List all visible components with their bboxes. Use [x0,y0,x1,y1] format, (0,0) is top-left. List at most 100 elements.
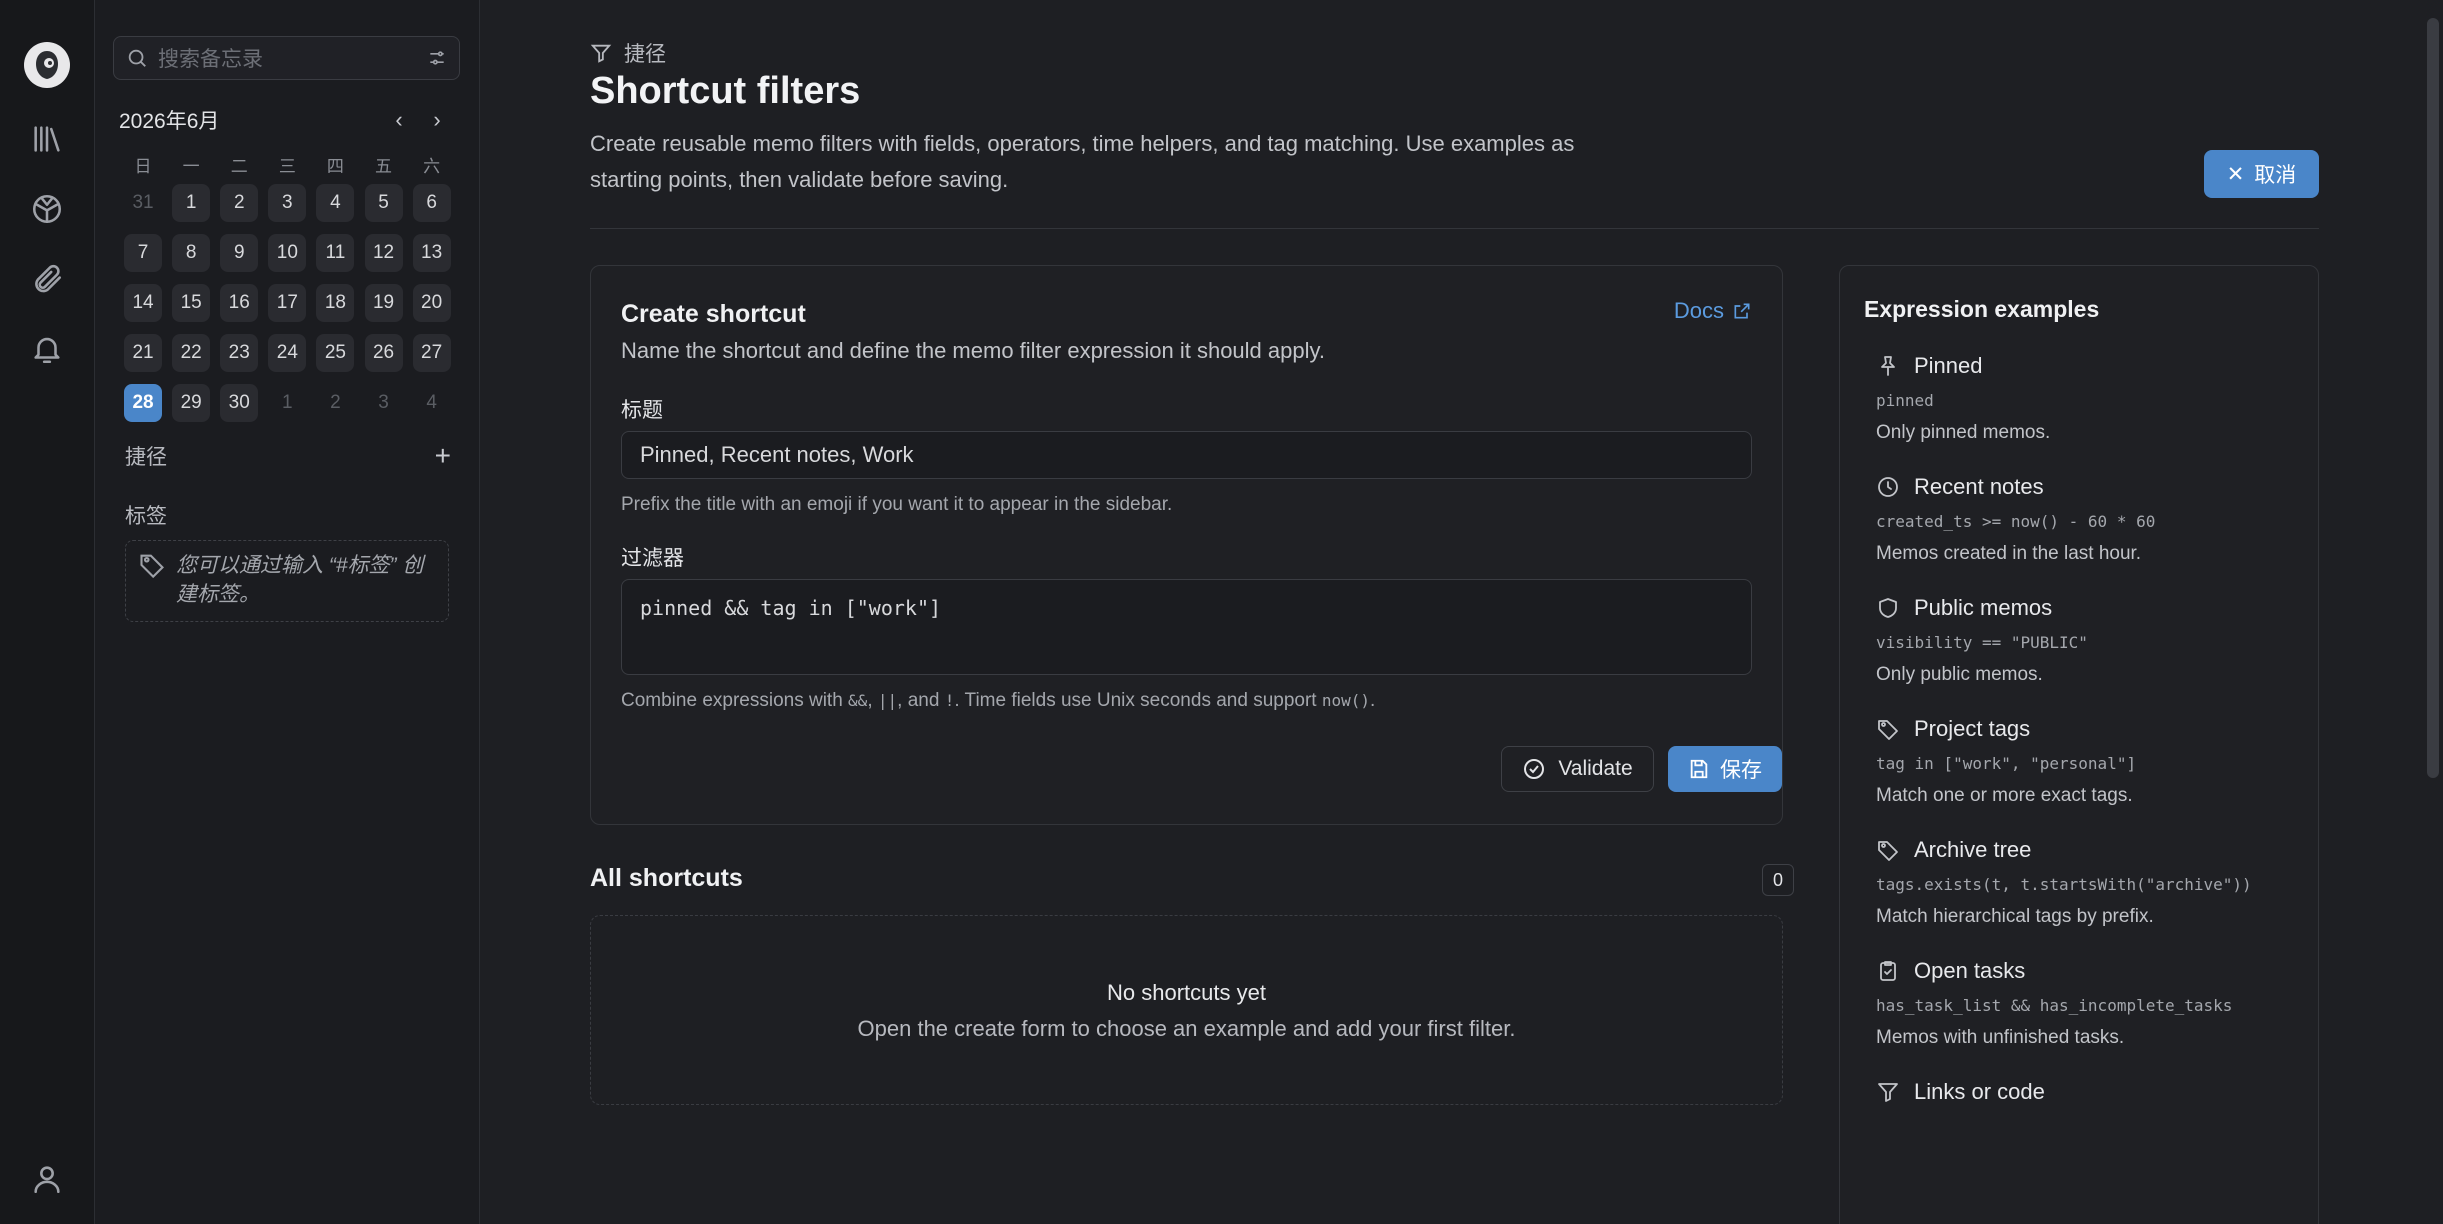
shortcuts-label: 捷径 [125,446,167,469]
tag-icon [140,554,164,579]
explore-icon[interactable] [24,186,70,232]
calendar-day[interactable]: 29 [167,384,215,422]
calendar-day[interactable]: 31 [119,184,167,222]
breadcrumb-label: 捷径 [624,43,666,66]
calendar-day[interactable]: 27 [408,334,456,372]
save-button[interactable]: 保存 [1668,746,1782,792]
calendar-day[interactable]: 4 [408,384,456,422]
calendar-day[interactable]: 30 [215,384,263,422]
add-shortcut-icon[interactable]: + [435,440,451,472]
day-number: 1 [282,392,293,413]
calendar-day[interactable]: 1 [167,184,215,222]
app-logo[interactable] [24,42,70,88]
example-item[interactable]: Project tags tag in ["work", "personal"] M… [1864,716,2294,807]
calendar-grid: 日一二三四五六 31 1 2 3 4 5 6 7 8 9 10 11 12 13 14 15 16 17 18 19 20… [119,150,456,428]
library-icon[interactable] [24,116,70,162]
tag-icon [1878,841,1898,861]
calendar-day[interactable]: 3 [263,184,311,222]
filter-icon [590,44,612,63]
example-item[interactable]: Archive tree tags.exists(t, t.startsWith(… [1864,837,2294,928]
filter-settings-icon[interactable] [427,48,447,68]
day-number: 14 [124,284,163,322]
day-number: 1 [172,184,211,222]
empty-title: No shortcuts yet [1107,980,1266,1005]
calendar-day[interactable]: 13 [408,234,456,272]
external-link-icon [1734,303,1750,319]
day-number: 2 [220,184,259,222]
calendar-day[interactable]: 18 [311,284,359,322]
example-name-row: Recent notes [1864,474,2294,500]
create-shortcut-subtitle: Name the shortcut and define the memo fi… [621,338,1325,363]
day-number: 13 [412,234,451,272]
calendar-day[interactable]: 21 [119,334,167,372]
clipboard-check-icon [1880,961,1896,981]
calendar-day[interactable]: 15 [167,284,215,322]
calendar-day[interactable]: 2 [215,184,263,222]
filter-textarea[interactable]: pinned && tag in ["work"] [621,579,1752,675]
hint-text: . Time fields use Unix seconds and suppo… [954,690,1322,711]
example-item[interactable]: Pinned pinned Only pinned memos. [1864,353,2294,444]
example-item[interactable]: Recent notes created_ts >= now() - 60 * 6… [1864,474,2294,565]
calendar-day[interactable]: 16 [215,284,263,322]
calendar-day[interactable]: 1 [263,384,311,422]
bell-icon[interactable] [24,326,70,372]
example-name: Links or code [1914,1079,2045,1104]
calendar-day[interactable]: 17 [263,284,311,322]
tags-section-header: 标签 [125,500,451,530]
day-number: 23 [220,334,259,372]
example-item[interactable]: Links or code [1864,1079,2294,1105]
filter-hint: Combine expressions with &&, ||, and !. … [621,690,1375,712]
calendar-day[interactable]: 24 [263,334,311,372]
weekday-label: 三 [278,156,296,176]
search-input[interactable]: 搜索备忘录 [113,36,460,80]
validate-button[interactable]: Validate [1501,746,1654,792]
calendar-day[interactable]: 25 [311,334,359,372]
calendar-day[interactable]: 14 [119,284,167,322]
calendar-day[interactable]: 20 [408,284,456,322]
example-code: tag in ["work", "personal"] [1876,754,2137,773]
example-item[interactable]: Public memos visibility == "PUBLIC" Only p… [1864,595,2294,686]
chevron-left-icon[interactable]: ‹ [380,107,418,133]
calendar-day[interactable]: 6 [408,184,456,222]
divider [590,228,2319,229]
page-scrollbar[interactable] [2427,18,2439,778]
calendar-day[interactable]: 22 [167,334,215,372]
calendar-day[interactable]: 3 [359,384,407,422]
calendar-weekday: 六 [408,153,456,176]
example-description: Match hierarchical tags by prefix. [1876,906,2154,927]
day-number: 6 [412,184,451,222]
calendar-day[interactable]: 23 [215,334,263,372]
calendar-day-today[interactable]: 28 [119,384,167,422]
calendar-day[interactable]: 10 [263,234,311,272]
user-icon[interactable] [24,1156,70,1202]
calendar-day[interactable]: 5 [359,184,407,222]
chevron-right-icon[interactable]: › [418,107,456,133]
cancel-button[interactable]: ✕ 取消 [2204,150,2319,198]
calendar-day[interactable]: 7 [119,234,167,272]
calendar-day[interactable]: 19 [359,284,407,322]
calendar-day[interactable]: 8 [167,234,215,272]
calendar-day[interactable]: 26 [359,334,407,372]
paperclip-icon[interactable] [24,256,70,302]
day-number: 26 [364,334,403,372]
title-input[interactable]: Pinned, Recent notes, Work [621,431,1752,479]
day-number: 3 [268,184,307,222]
calendar-day[interactable]: 9 [215,234,263,272]
hint-text: . [1370,690,1376,711]
hint-code-token: || [877,691,898,710]
calendar-day[interactable]: 2 [311,384,359,422]
weekday-label: 一 [182,156,200,176]
calendar-day[interactable]: 12 [359,234,407,272]
filter-field-label: 过滤器 [621,547,684,570]
calendar-day[interactable]: 4 [311,184,359,222]
save-label: 保存 [1720,759,1762,782]
weekday-label: 五 [375,156,393,176]
calendar-weekday: 三 [263,153,311,176]
weekday-label: 六 [423,156,441,176]
docs-link[interactable]: Docs [1674,298,1752,324]
example-item[interactable]: Open tasks has_task_list && has_incomplet… [1864,958,2294,1049]
hint-text: Combine expressions with [621,690,849,711]
day-number: 21 [124,334,163,372]
calendar-day[interactable]: 11 [311,234,359,272]
example-name-row: Project tags [1864,716,2294,742]
